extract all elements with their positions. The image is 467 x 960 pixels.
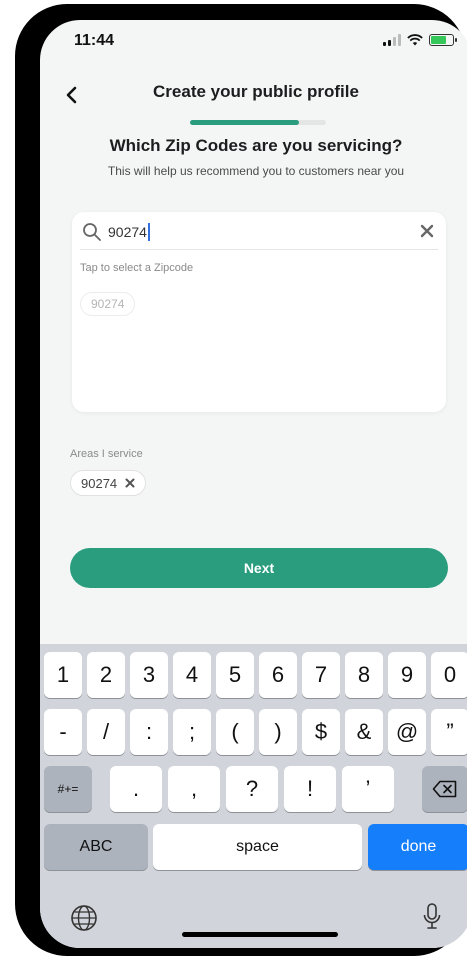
- selected-zip-chip[interactable]: 90274: [70, 470, 147, 496]
- zip-search-card: 90274 Tap to select a Zipcode 90274: [72, 212, 446, 412]
- status-time: 11:44: [74, 32, 115, 49]
- key-0[interactable]: 0: [431, 652, 467, 698]
- key-ampersand[interactable]: &: [345, 709, 383, 755]
- key-abc[interactable]: ABC: [44, 824, 148, 870]
- key-8[interactable]: 8: [345, 652, 383, 698]
- globe-icon[interactable]: [70, 904, 98, 932]
- key-semicolon[interactable]: ;: [173, 709, 211, 755]
- search-row: 90274: [80, 220, 438, 250]
- key-1[interactable]: 1: [44, 652, 82, 698]
- wifi-icon: [407, 34, 423, 46]
- key-exclamation[interactable]: !: [284, 766, 336, 812]
- battery-icon: [429, 34, 457, 46]
- key-dollar[interactable]: $: [302, 709, 340, 755]
- keyboard: 1 2 3 4 5 6 7 8 9 0 - / : ; ( ) $ & @ ” …: [40, 644, 467, 948]
- key-space[interactable]: space: [153, 824, 362, 870]
- key-close-paren[interactable]: ): [259, 709, 297, 755]
- backspace-icon: [432, 780, 457, 798]
- key-period[interactable]: .: [110, 766, 162, 812]
- key-6[interactable]: 6: [259, 652, 297, 698]
- remove-icon[interactable]: [125, 478, 135, 488]
- key-hyphen[interactable]: -: [44, 709, 82, 755]
- microphone-icon[interactable]: [422, 902, 442, 932]
- key-open-paren[interactable]: (: [216, 709, 254, 755]
- key-3[interactable]: 3: [130, 652, 168, 698]
- progress-fill: [190, 120, 299, 125]
- key-comma[interactable]: ,: [168, 766, 220, 812]
- selected-zip-label: 90274: [81, 475, 118, 491]
- key-2[interactable]: 2: [87, 652, 125, 698]
- status-bar: 11:44: [40, 20, 467, 64]
- key-question[interactable]: ?: [226, 766, 278, 812]
- zip-search-input[interactable]: 90274: [108, 223, 150, 241]
- header: Create your public profile: [40, 80, 467, 130]
- zip-suggestion-chip[interactable]: 90274: [80, 292, 136, 316]
- key-slash[interactable]: /: [87, 709, 125, 755]
- question-subtext: This will help us recommend you to custo…: [107, 164, 405, 178]
- key-apostrophe[interactable]: ’: [342, 766, 394, 812]
- key-4[interactable]: 4: [173, 652, 211, 698]
- cellular-signal-icon: [383, 34, 401, 46]
- device-frame: 11:44 Create your public profile Which Z…: [15, 4, 467, 956]
- question-heading: Which Zip Codes are you servicing?: [109, 136, 403, 155]
- key-delete[interactable]: [422, 766, 467, 812]
- home-indicator: [182, 932, 338, 937]
- key-done[interactable]: done: [368, 824, 467, 870]
- status-icons: [383, 34, 457, 46]
- key-5[interactable]: 5: [216, 652, 254, 698]
- key-quote[interactable]: ”: [431, 709, 467, 755]
- progress-bar: [190, 120, 326, 125]
- key-at[interactable]: @: [388, 709, 426, 755]
- key-9[interactable]: 9: [388, 652, 426, 698]
- tap-to-select-label: Tap to select a Zipcode: [80, 262, 194, 274]
- text-caret: [147, 223, 150, 241]
- areas-service-label: Areas I service: [70, 448, 143, 460]
- search-input-value: 90274: [108, 224, 147, 240]
- key-colon[interactable]: :: [130, 709, 168, 755]
- screen: 11:44 Create your public profile Which Z…: [40, 20, 467, 948]
- close-icon[interactable]: [418, 222, 436, 240]
- key-7[interactable]: 7: [302, 652, 340, 698]
- page-title: Create your public profile: [153, 82, 359, 101]
- next-button[interactable]: Next: [70, 548, 448, 588]
- key-symbols-toggle[interactable]: #+=: [44, 766, 92, 812]
- search-icon: [83, 223, 101, 241]
